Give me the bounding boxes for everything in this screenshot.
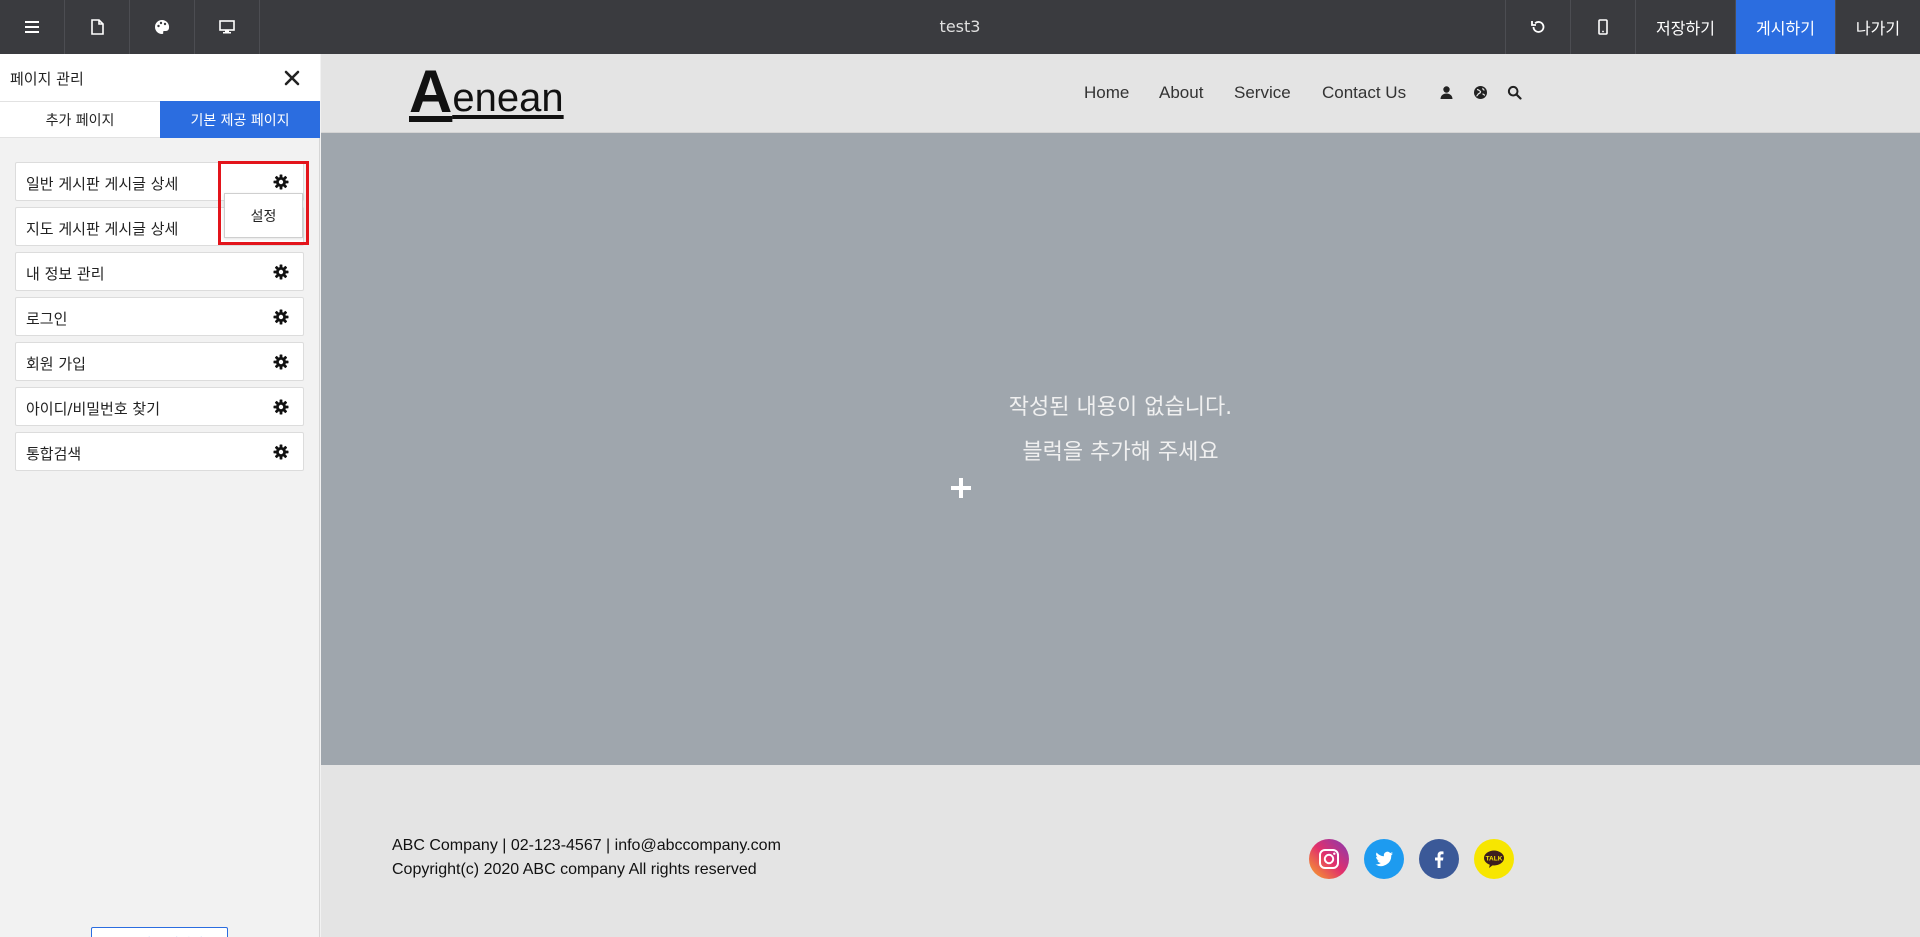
menu-button[interactable]: [0, 0, 65, 54]
exit-button-label: 나가기: [1855, 19, 1901, 38]
list-item[interactable]: 로그인: [15, 297, 304, 336]
kakaotalk-icon: TALK: [1484, 850, 1504, 868]
twitter-link[interactable]: [1364, 839, 1404, 879]
footer-copyright: Copyright(c) 2020 ABC company All rights…: [392, 861, 757, 878]
save-button-label: 저장하기: [1656, 19, 1715, 38]
panel-tabs: 추가 페이지 기본 제공 페이지: [0, 101, 320, 138]
gear-icon[interactable]: [273, 264, 289, 280]
kakaotalk-link[interactable]: TALK: [1474, 839, 1514, 879]
list-item-label: 일반 게시판 게시글 상세: [26, 175, 179, 193]
palette-icon: [155, 19, 170, 34]
tab-default-pages[interactable]: 기본 제공 페이지: [160, 101, 320, 138]
page-icon: [91, 19, 104, 35]
gear-icon[interactable]: [273, 174, 289, 190]
list-item[interactable]: 아이디/비밀번호 찾기: [15, 387, 304, 426]
save-button[interactable]: 저장하기: [1635, 0, 1735, 54]
undo-button[interactable]: [1505, 0, 1570, 54]
desktop-icon: [219, 20, 235, 34]
footer-contact: ABC Company | 02-123-4567 | info@abccomp…: [392, 837, 781, 854]
search-icon[interactable]: [1507, 85, 1522, 100]
list-item[interactable]: 내 정보 관리: [15, 252, 304, 291]
empty-message: 작성된 내용이 없습니다.: [1008, 395, 1233, 420]
list-item-label: 지도 게시판 게시글 상세: [26, 220, 179, 238]
nav-about[interactable]: About: [1159, 83, 1203, 103]
publish-button-label: 게시하기: [1756, 19, 1815, 38]
desktop-view-button[interactable]: [195, 0, 260, 54]
tab-additional-pages[interactable]: 추가 페이지: [0, 101, 160, 138]
page-button[interactable]: [65, 0, 130, 54]
instagram-link[interactable]: [1309, 839, 1349, 879]
undo-icon: [1531, 21, 1545, 33]
mobile-view-button[interactable]: [1570, 0, 1635, 54]
add-block-hint: 블럭을 추가해 주세요: [1022, 440, 1219, 465]
nav-contact-us[interactable]: Contact Us: [1322, 83, 1406, 103]
panel-header: 페이지 관리: [0, 54, 320, 101]
editor-toolbar: test3 저장하기 게시하기 나가기: [0, 0, 1920, 54]
gear-icon[interactable]: [273, 354, 289, 370]
close-icon[interactable]: [282, 68, 302, 88]
menu-icon: [25, 21, 39, 33]
panel-title: 페이지 관리: [10, 70, 84, 88]
mobile-icon: [1598, 19, 1608, 35]
list-item[interactable]: 통합검색: [15, 432, 304, 471]
instagram-icon: [1319, 849, 1339, 869]
settings-menu-item[interactable]: 설정: [224, 193, 303, 238]
facebook-link[interactable]: [1419, 839, 1459, 879]
exit-button[interactable]: 나가기: [1835, 0, 1920, 54]
add-page-button[interactable]: 페이지 추가하기: [91, 927, 228, 937]
list-item-label: 통합검색: [26, 445, 82, 463]
logo-initial: A: [409, 58, 453, 125]
gear-icon[interactable]: [273, 399, 289, 415]
gear-icon[interactable]: [273, 309, 289, 325]
site-header: Aenean Home About Service Contact Us: [321, 54, 1920, 133]
twitter-icon: [1375, 851, 1393, 867]
facebook-icon: [1435, 851, 1444, 868]
gear-icon[interactable]: [273, 444, 289, 460]
empty-content-area: 작성된 내용이 없습니다. 블럭을 추가해 주세요: [321, 133, 1920, 765]
theme-button[interactable]: [130, 0, 195, 54]
nav-service[interactable]: Service: [1234, 83, 1291, 103]
nav-home[interactable]: Home: [1084, 83, 1129, 103]
list-item[interactable]: 회원 가입: [15, 342, 304, 381]
plus-icon[interactable]: [948, 475, 974, 501]
site-footer: ABC Company | 02-123-4567 | info@abccomp…: [321, 765, 1920, 937]
globe-icon[interactable]: [1473, 85, 1488, 100]
site-preview-canvas: Aenean Home About Service Contact Us 작성된…: [321, 54, 1920, 937]
list-item-label: 회원 가입: [26, 355, 86, 373]
publish-button[interactable]: 게시하기: [1735, 0, 1835, 54]
list-item-label: 내 정보 관리: [26, 265, 105, 283]
logo-text: enean: [452, 76, 564, 120]
page-management-panel: 페이지 관리 추가 페이지 기본 제공 페이지 일반 게시판 게시글 상세 지도…: [0, 54, 320, 937]
user-icon[interactable]: [1439, 85, 1454, 100]
kakaotalk-label: TALK: [1486, 856, 1503, 863]
site-logo[interactable]: Aenean: [409, 62, 564, 122]
list-item-label: 로그인: [26, 310, 68, 328]
list-item-label: 아이디/비밀번호 찾기: [26, 400, 161, 418]
